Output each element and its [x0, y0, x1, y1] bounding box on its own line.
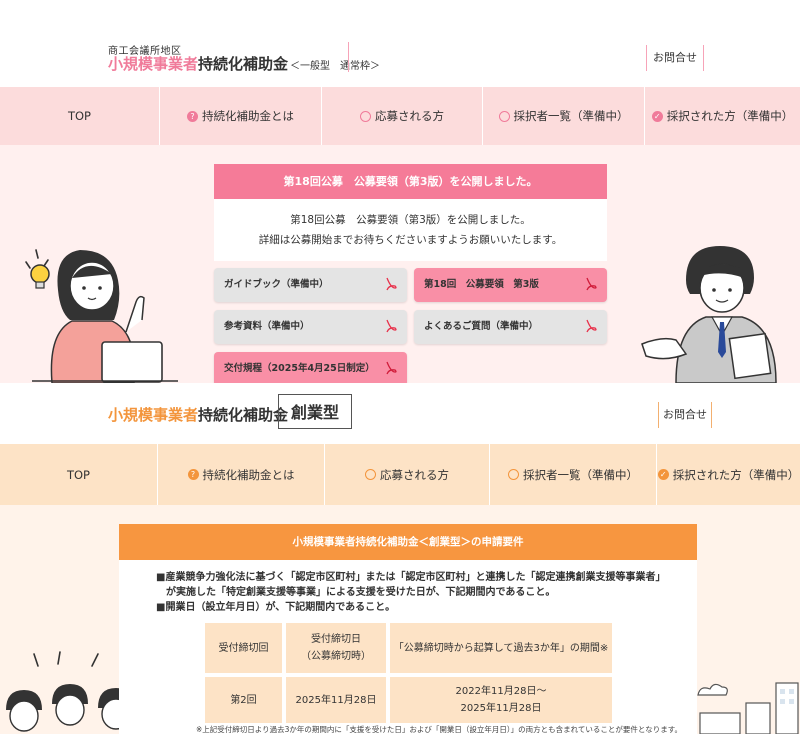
- footnote: ※上記受付締切日より過去3か年の期間内に「支援を受けた日」および「開業日（設立年…: [196, 725, 682, 734]
- table-cell: 2025年11月28日: [286, 677, 386, 723]
- nav-item-label: TOP: [67, 109, 91, 123]
- nav-item-top[interactable]: TOP: [0, 87, 160, 145]
- section-general-type: 商工会議所地区 小規模事業者持続化補助金 ＜一般型 通常枠＞ お問合せ TOP ?…: [0, 0, 800, 383]
- main-nav: TOP ? 持続化補助金とは 応募される方 採択者一覧（準備中） ✓ 採択された方（…: [0, 87, 800, 145]
- nav-item-adopted[interactable]: ✓ 採択された方（準備中）: [645, 87, 800, 145]
- deadline-table: 受付締切回 受付締切日 （公募締切時） 「公募締切時から起算して過去3か年」の期…: [201, 619, 616, 727]
- site-logo[interactable]: 小規模事業者持続化補助金: [108, 404, 288, 425]
- logo-main-text: 持続化補助金: [198, 406, 289, 424]
- contact-link[interactable]: お問合せ: [658, 402, 712, 428]
- pdf-icon: [386, 277, 397, 291]
- nav-item-applicants[interactable]: 応募される方: [325, 444, 490, 505]
- table-cell: 2022年11月28日～ 2025年11月28日: [390, 677, 612, 723]
- nav-item-label: 採択者一覧（準備中）: [523, 467, 638, 482]
- question-icon: ?: [187, 110, 198, 122]
- question-icon: ?: [187, 469, 199, 480]
- period-end: 2025年11月28日: [460, 703, 542, 714]
- faq-button[interactable]: よくあるご質問（準備中）: [414, 310, 607, 344]
- table-header-line: （公募締切時）: [301, 651, 371, 662]
- requirement-line: が実施した「特定創業支援等事業」による支援を受けた日が、下記期間内であること。: [156, 587, 556, 598]
- notice-body: 第18回公募 公募要領（第3版）を公開しました。 詳細は公募開始までお待ちくださ…: [214, 199, 607, 261]
- notice-heading: 第18回公募 公募要領（第3版）を公開しました。: [214, 164, 607, 199]
- logo-accent-text: 小規模事業者: [108, 55, 199, 73]
- nav-item-label: 持続化補助金とは: [202, 467, 295, 482]
- requirements-text: ■産業競争力強化法に基づく「認定市区町村」または「認定市区町村」と連携した「認定…: [156, 570, 686, 615]
- nav-item-about[interactable]: ? 持続化補助金とは: [158, 444, 325, 505]
- button-label: 第18回 公募要領 第3版: [424, 279, 539, 290]
- pdf-icon: [586, 319, 597, 333]
- site-header: 小規模事業者持続化補助金 創業型 お問合せ: [0, 383, 800, 444]
- section-startup-type: 小規模事業者持続化補助金 創業型 お問合せ TOP ? 持続化補助金とは 応募され…: [0, 383, 800, 734]
- button-label: よくあるご質問（準備中）: [424, 321, 539, 332]
- table-header: 受付締切日 （公募締切時）: [286, 623, 386, 673]
- table-cell: 第2回: [205, 677, 282, 723]
- grant-rules-button[interactable]: 交付規程（2025年4月25日制定）: [214, 352, 407, 383]
- contact-link[interactable]: お問合せ: [646, 45, 704, 71]
- table-header: 受付締切回: [205, 623, 282, 673]
- person-icon: [498, 110, 510, 122]
- pdf-icon: [386, 361, 397, 375]
- table-row: 受付締切回 受付締切日 （公募締切時） 「公募締切時から起算して過去3か年」の期…: [205, 623, 612, 673]
- logo-sub-text: ＜一般型 通常枠＞: [290, 61, 381, 72]
- nav-item-top[interactable]: TOP: [0, 444, 158, 505]
- person-icon: [365, 469, 376, 480]
- person-check-icon: ✓: [657, 469, 669, 480]
- nav-item-label: TOP: [66, 467, 90, 482]
- nav-item-label: 応募される方: [380, 467, 449, 482]
- nav-item-label: 採択者一覧（準備中）: [513, 109, 629, 123]
- notice-line: 詳細は公募開始までお待ちくださいますようお願いいたします。: [258, 234, 563, 246]
- period-start: 2022年11月28日～: [455, 686, 547, 697]
- button-label: 参考資料（準備中）: [224, 321, 310, 332]
- reference-button[interactable]: 参考資料（準備中）: [214, 310, 407, 344]
- logo-main-text: 持続化補助金: [198, 55, 289, 73]
- table-row: 第2回 2025年11月28日 2022年11月28日～ 2025年11月28日: [205, 677, 612, 723]
- site-header: 商工会議所地区 小規模事業者持続化補助金 ＜一般型 通常枠＞ お問合せ: [0, 0, 800, 87]
- site-logo[interactable]: 小規模事業者持続化補助金 ＜一般型 通常枠＞: [108, 53, 380, 74]
- pdf-icon: [386, 319, 397, 333]
- logo-accent-text: 小規模事業者: [108, 406, 199, 424]
- requirement-line: ■産業競争力強化法に基づく「認定市区町村」または「認定市区町村」と連携した「認定…: [156, 572, 666, 583]
- nav-item-adopted-list[interactable]: 採択者一覧（準備中）: [483, 87, 645, 145]
- table-header-line: 受付締切日: [311, 634, 361, 645]
- person-check-icon: ✓: [651, 110, 663, 122]
- nav-item-applicants[interactable]: 応募される方: [322, 87, 483, 145]
- requirement-line: ■開業日（設立年月日）が、下記期間内であること。: [156, 602, 396, 613]
- nav-item-label: 持続化補助金とは: [202, 109, 294, 123]
- person-icon: [360, 110, 371, 122]
- requirements-heading: 小規模事業者持続化補助金＜創業型＞の申請要件: [119, 524, 697, 560]
- nav-item-label: 採択された方（準備中）: [666, 109, 794, 123]
- pdf-icon: [586, 277, 597, 291]
- man-document-illustration: [641, 246, 777, 383]
- nav-item-about[interactable]: ? 持続化補助金とは: [160, 87, 322, 145]
- buildings-illustration: [697, 682, 799, 734]
- nav-item-adopted-list[interactable]: 採択者一覧（準備中）: [490, 444, 657, 505]
- nav-item-label: 応募される方: [375, 109, 444, 123]
- person-icon: [508, 469, 519, 480]
- divider: [348, 42, 349, 72]
- nav-item-adopted[interactable]: ✓ 採択された方（準備中）: [657, 444, 800, 505]
- woman-laptop-illustration: [25, 249, 178, 383]
- button-label: 交付規程（2025年4月25日制定）: [224, 363, 375, 374]
- table-header: 「公募締切時から起算して過去3か年」の期間※: [390, 623, 612, 673]
- button-label: ガイドブック（準備中）: [224, 279, 329, 290]
- type-badge: 創業型: [278, 394, 352, 429]
- main-nav: TOP ? 持続化補助金とは 応募される方 採択者一覧（準備中） ✓ 採択された方（…: [0, 444, 800, 505]
- notice-line: 第18回公募 公募要領（第3版）を公開しました。: [290, 214, 531, 226]
- nav-item-label: 採択された方（準備中）: [672, 467, 800, 482]
- guidelines-v3-button[interactable]: 第18回 公募要領 第3版: [414, 268, 607, 302]
- guidebook-button[interactable]: ガイドブック（準備中）: [214, 268, 407, 302]
